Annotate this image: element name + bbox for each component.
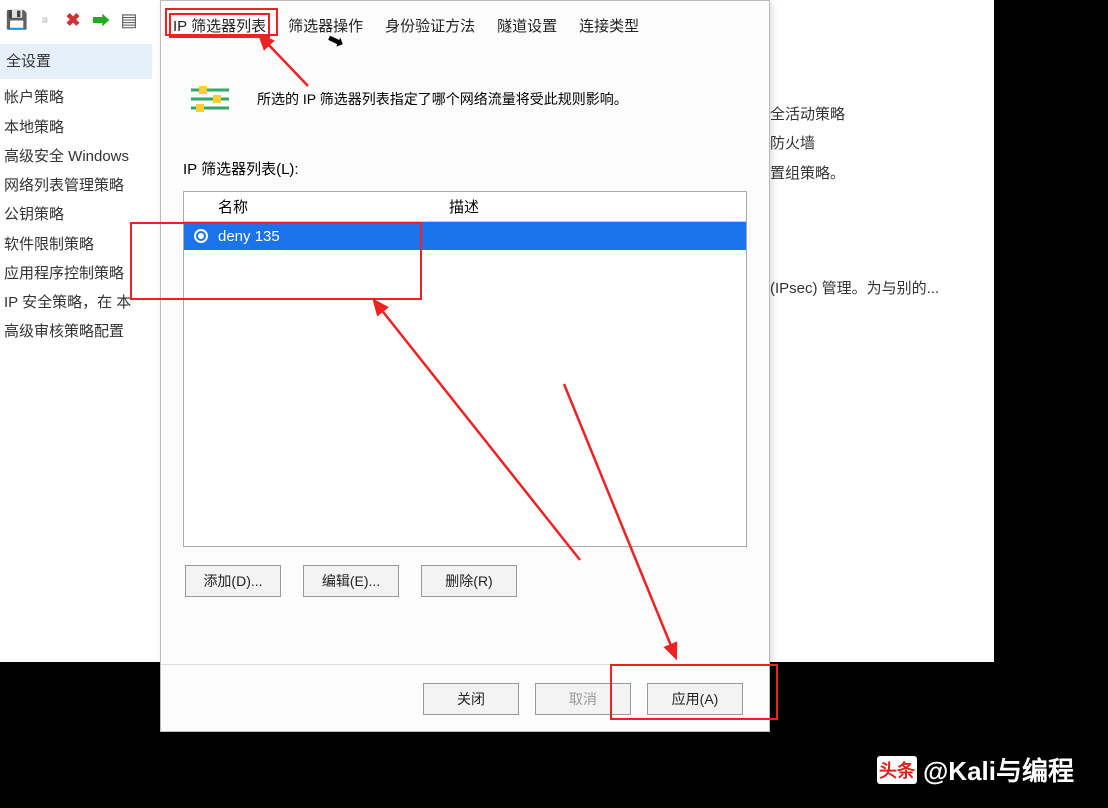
watermark-text: @Kali与编程 <box>923 751 1074 788</box>
list-header: 名称 描述 <box>184 192 746 222</box>
list-button-row: 添加(D)... 编辑(E)... 删除(R) <box>161 547 769 597</box>
toolbar-export-icon[interactable]: ⮕ <box>90 9 112 31</box>
tab-connection-type[interactable]: 连接类型 <box>575 13 643 38</box>
tree-item-local-policy[interactable]: 本地策略 <box>0 113 152 142</box>
ip-filter-dialog: IP 筛选器列表 筛选器操作 身份验证方法 隧道设置 连接类型 所选的 IP 筛… <box>160 0 770 732</box>
column-desc[interactable]: 描述 <box>439 196 746 217</box>
dialog-tabs: IP 筛选器列表 筛选器操作 身份验证方法 隧道设置 连接类型 <box>161 1 769 42</box>
toolbar-doc-icon[interactable]: ▤ <box>118 9 140 31</box>
filter-list-box[interactable]: 名称 描述 deny 135 <box>183 191 747 547</box>
list-label: IP 筛选器列表(L): <box>161 128 769 185</box>
info-row: 所选的 IP 筛选器列表指定了哪个网络流量将受此规则影响。 <box>161 42 769 128</box>
tree-item-app-control[interactable]: 应用程序控制策略 <box>0 259 152 288</box>
tree-item-public-key[interactable]: 公钥策略 <box>0 200 152 229</box>
toolbar-save-icon[interactable]: 💾 <box>6 9 28 31</box>
toolbar-page-icon[interactable]: ▫️ <box>34 9 56 31</box>
info-text: 所选的 IP 筛选器列表指定了哪个网络流量将受此规则影响。 <box>257 89 628 109</box>
tab-auth-method[interactable]: 身份验证方法 <box>381 13 479 38</box>
edit-button[interactable]: 编辑(E)... <box>303 565 399 597</box>
right-line-1: 全活动策略 <box>770 100 939 129</box>
left-nav-tree: 全设置 帐户策略 本地策略 高级安全 Windows 网络列表管理策略 公钥策略… <box>0 44 152 347</box>
tree-item-ip-security[interactable]: IP 安全策略，在 本 <box>0 288 152 317</box>
tree-item-software-restriction[interactable]: 软件限制策略 <box>0 230 152 259</box>
list-row-deny-135[interactable]: deny 135 <box>184 222 746 250</box>
tree-item-network-list[interactable]: 网络列表管理策略 <box>0 171 152 200</box>
row-name: deny 135 <box>218 228 280 245</box>
column-name[interactable]: 名称 <box>184 196 439 217</box>
right-line-3: 置组策略。 <box>770 159 939 188</box>
toolbar: 💾 ▫️ ✖ ⮕ ▤ <box>0 0 140 40</box>
tab-tunnel-settings[interactable]: 隧道设置 <box>493 13 561 38</box>
right-line-4: (IPsec) 管理。为与别的... <box>770 274 939 303</box>
right-panel-text: 全活动策略 防火墙 置组策略。 (IPsec) 管理。为与别的... <box>770 100 939 303</box>
remove-button[interactable]: 删除(R) <box>421 565 517 597</box>
filter-list-icon <box>191 84 229 114</box>
radio-selected-icon[interactable] <box>194 229 208 243</box>
dialog-footer: 关闭 取消 应用(A) <box>161 664 769 715</box>
cancel-button: 取消 <box>535 683 631 715</box>
tree-section-title: 全设置 <box>0 44 152 79</box>
tab-ip-filter-list[interactable]: IP 筛选器列表 <box>169 13 270 38</box>
apply-button[interactable]: 应用(A) <box>647 683 743 715</box>
tree-item-advanced-audit[interactable]: 高级审核策略配置 <box>0 317 152 346</box>
toolbar-close-icon[interactable]: ✖ <box>62 9 84 31</box>
tree-item-account-policy[interactable]: 帐户策略 <box>0 83 152 112</box>
watermark: 头条 @Kali与编程 <box>877 751 1074 788</box>
add-button[interactable]: 添加(D)... <box>185 565 281 597</box>
tree-item-advanced-windows[interactable]: 高级安全 Windows <box>0 142 152 171</box>
watermark-logo: 头条 <box>877 756 917 784</box>
right-line-2: 防火墙 <box>770 129 939 158</box>
close-button[interactable]: 关闭 <box>423 683 519 715</box>
tab-filter-action[interactable]: 筛选器操作 <box>284 13 367 38</box>
